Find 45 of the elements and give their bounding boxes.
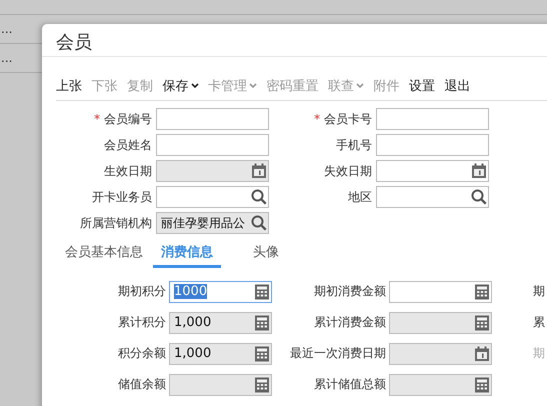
- field-label: 手机号: [335, 136, 372, 154]
- toolbar-button[interactable]: 上张: [56, 77, 82, 95]
- input-field[interactable]: [376, 160, 489, 182]
- field-label: 积分余额: [117, 345, 166, 362]
- field-label: 累计储值总额: [313, 376, 386, 393]
- calculator-icon[interactable]: [474, 284, 490, 300]
- field-label: 储值余额: [117, 376, 166, 393]
- search-icon[interactable]: [251, 189, 267, 205]
- field-label: 会员姓名: [103, 136, 152, 154]
- field-label: 失效日期: [323, 162, 372, 180]
- search-icon[interactable]: [471, 189, 487, 205]
- input-field[interactable]: [156, 134, 269, 156]
- input-field[interactable]: [376, 108, 489, 130]
- field-label: * 会员卡号: [313, 110, 372, 128]
- input-field[interactable]: [156, 108, 269, 130]
- field-label: 地区: [347, 188, 372, 206]
- field-label: 期: [533, 283, 545, 300]
- tab[interactable]: 头像: [245, 240, 287, 268]
- toolbar-button[interactable]: 退出: [444, 77, 470, 95]
- calculator-icon[interactable]: [254, 284, 270, 300]
- field-label: 开卡业务员: [91, 188, 152, 206]
- required-mark: *: [314, 112, 320, 126]
- input-field[interactable]: 1000: [169, 280, 272, 302]
- dialog-title: 会员: [42, 24, 547, 57]
- calendar-icon[interactable]: [471, 163, 487, 179]
- field-label: 生效日期: [103, 162, 152, 180]
- field-label: 累: [533, 314, 545, 331]
- field-label: * 会员编号: [93, 110, 152, 128]
- tab[interactable]: 会员基本信息: [65, 240, 143, 268]
- field-label: 所属营销机构: [79, 214, 152, 232]
- input-field[interactable]: [376, 134, 489, 156]
- field-label: 期: [533, 345, 545, 362]
- table-cell-text: ...: [0, 51, 14, 65]
- input-field[interactable]: [376, 186, 489, 208]
- field-label: 期初消费金额: [313, 283, 386, 300]
- toolbar-button[interactable]: 设置: [409, 77, 435, 95]
- field-label: 最近一次消费日期: [289, 345, 386, 362]
- field-label: 期初积分: [117, 283, 166, 300]
- field-label: 累计积分: [117, 314, 166, 331]
- table-cell-text: ...: [0, 22, 14, 36]
- field-label: 累计消费金额: [313, 314, 386, 331]
- toolbar-button[interactable]: 保存: [162, 77, 198, 95]
- input-field[interactable]: [156, 186, 269, 208]
- input-field[interactable]: [389, 280, 492, 302]
- required-mark: *: [94, 112, 100, 126]
